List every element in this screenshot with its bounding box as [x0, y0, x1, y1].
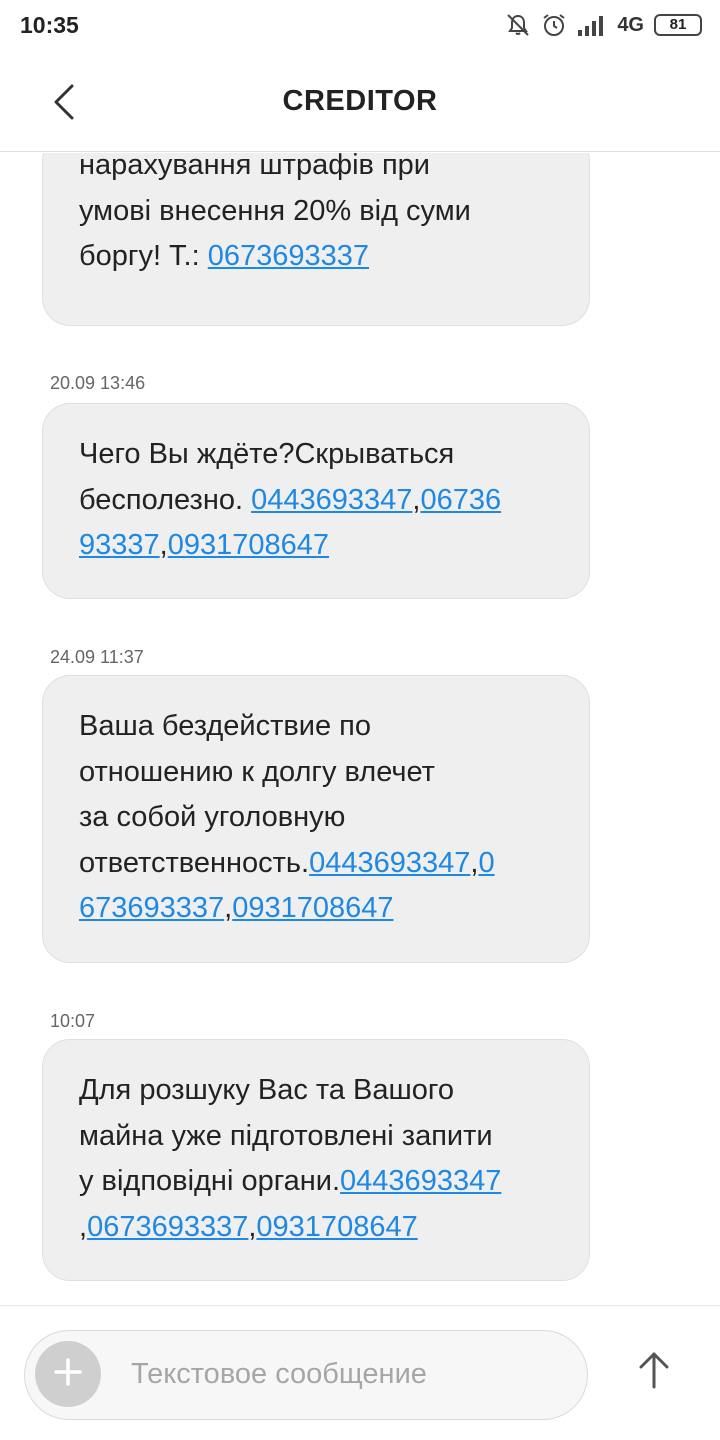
message-bubble[interactable]: нарахування штрафів при умові внесення 20…: [42, 153, 590, 326]
add-attachment-button[interactable]: [35, 1341, 101, 1407]
phone-link[interactable]: 06736: [420, 484, 501, 516]
message-bubble[interactable]: Для розшуку Вас та Вашого майна уже підго…: [42, 1039, 590, 1281]
message-input-placeholder: Текстовое сообщение: [131, 1358, 427, 1390]
mute-icon: [505, 12, 531, 38]
plus-icon: [53, 1357, 83, 1392]
contact-name: CREDITOR: [282, 85, 438, 117]
status-icons: 4G 81: [505, 10, 702, 40]
phone-link[interactable]: 0443693347: [340, 1165, 501, 1197]
message-text: Для розшуку Вас та Вашого майна уже підго…: [79, 1074, 502, 1243]
conversation-header: CREDITOR: [0, 52, 720, 152]
network-label: 4G: [617, 13, 644, 36]
phone-link[interactable]: 673693337: [79, 892, 224, 924]
phone-link[interactable]: 0443693347: [251, 484, 412, 516]
battery-indicator: 81: [654, 14, 702, 36]
phone-link[interactable]: 0673693337: [87, 1211, 248, 1243]
message-text: Чего Вы ждёте?Скрываться бесполезно. 0443…: [79, 438, 502, 561]
arrow-up-icon: [637, 1350, 671, 1395]
message-timestamp: 24.09 11:37: [50, 647, 144, 667]
message-text: Ваша бездействие по отношению к долгу вле…: [79, 710, 495, 924]
message-timestamp: 20.09 13:46: [50, 373, 146, 393]
message-timestamp: 10:07: [50, 1011, 96, 1031]
message-text: нарахування штрафів при умові внесення 20…: [79, 153, 471, 272]
phone-link[interactable]: 0931708647: [232, 892, 393, 924]
status-bar: 10:35 4G 81: [0, 0, 720, 52]
signal-icon: [577, 14, 607, 36]
phone-link[interactable]: 93337: [79, 529, 160, 561]
message-list[interactable]: нарахування штрафів при умові внесення 20…: [0, 153, 720, 1305]
message-bubble[interactable]: Ваша бездействие по отношению к долгу вле…: [42, 675, 590, 963]
phone-link[interactable]: 0931708647: [168, 529, 329, 561]
status-time: 10:35: [20, 12, 79, 38]
phone-link[interactable]: 0931708647: [256, 1211, 417, 1243]
phone-link[interactable]: 0443693347: [309, 847, 470, 879]
message-input[interactable]: Текстовое сообщение: [24, 1330, 588, 1420]
phone-link[interactable]: 0: [478, 847, 494, 879]
message-bubble[interactable]: Чего Вы ждёте?Скрываться бесполезно. 0443…: [42, 403, 590, 599]
send-button[interactable]: [628, 1346, 680, 1398]
alarm-icon: [541, 12, 567, 38]
composer-bar: Текстовое сообщение: [0, 1305, 720, 1440]
phone-link[interactable]: 0673693337: [208, 240, 369, 272]
